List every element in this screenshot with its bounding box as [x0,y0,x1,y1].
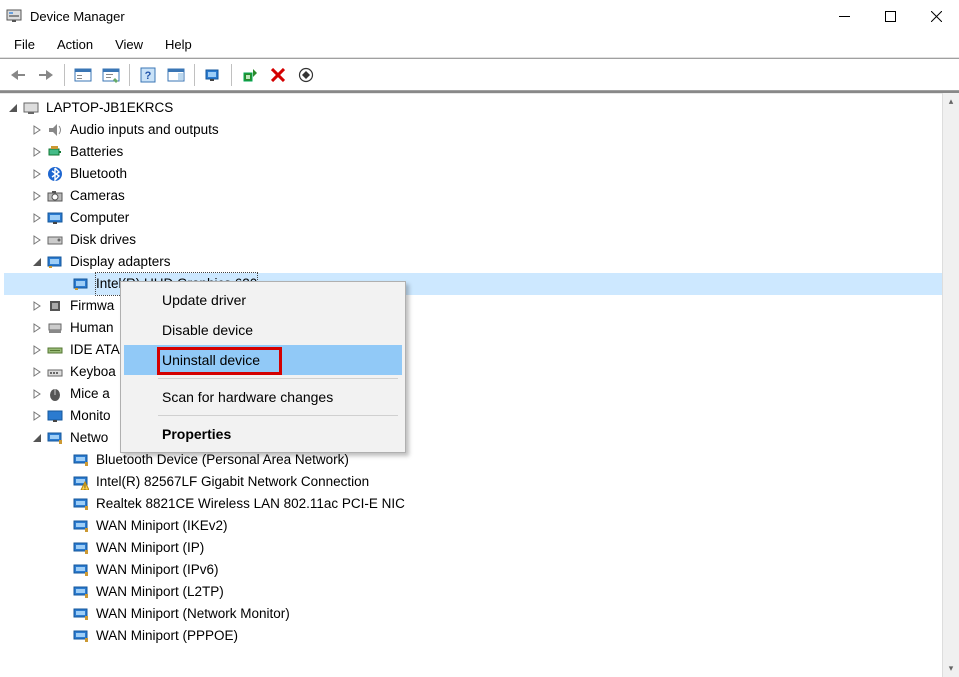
mouse-icon [46,385,64,403]
expand-icon[interactable] [30,365,44,379]
context-menu-scan-hardware[interactable]: Scan for hardware changes [124,382,402,412]
computer-icon [22,99,40,117]
toolbar: ? [0,59,959,91]
camera-icon [46,187,64,205]
scan-hardware-button[interactable] [201,63,225,87]
expand-icon[interactable] [30,233,44,247]
context-menu-update-driver[interactable]: Update driver [124,285,402,315]
titlebar: Device Manager [0,0,959,32]
properties-button[interactable] [99,63,123,87]
context-menu: Update driver Disable device Uninstall d… [120,281,406,453]
window-controls [821,0,959,32]
network-adapter-icon [72,495,90,513]
display-adapter-icon [72,275,90,293]
tree-item-wan-l2tp[interactable]: WAN Miniport (L2TP) [4,581,959,603]
disk-icon [46,231,64,249]
battery-icon [46,143,64,161]
maximize-button[interactable] [867,0,913,32]
expand-icon[interactable] [30,343,44,357]
network-adapter-icon [72,561,90,579]
network-adapter-icon [46,429,64,447]
collapse-icon[interactable] [30,255,44,269]
expand-icon[interactable] [30,123,44,137]
menu-separator [158,378,398,379]
collapse-icon[interactable] [6,101,20,115]
context-menu-uninstall-device[interactable]: Uninstall device [124,345,402,375]
tree-item-cameras[interactable]: Cameras [4,185,959,207]
monitor-icon [46,407,64,425]
uninstall-device-button[interactable] [266,63,290,87]
scroll-up-icon[interactable]: ▴ [943,93,959,110]
scroll-down-icon[interactable]: ▾ [943,660,959,677]
expand-icon[interactable] [30,321,44,335]
network-adapter-icon [72,539,90,557]
show-hide-console-tree-button[interactable] [71,63,95,87]
keyboard-icon [46,363,64,381]
expand-icon[interactable] [30,167,44,181]
network-adapter-icon [72,583,90,601]
network-adapter-icon [72,517,90,535]
network-adapter-warning-icon: ! [72,473,90,491]
minimize-button[interactable] [821,0,867,32]
tree-item-disk-drives[interactable]: Disk drives [4,229,959,251]
expand-icon[interactable] [30,299,44,313]
action-pane-button[interactable] [164,63,188,87]
tree-item-wan-netmon[interactable]: WAN Miniport (Network Monitor) [4,603,959,625]
close-button[interactable] [913,0,959,32]
menubar: File Action View Help [0,32,959,57]
tree-item-display-adapters[interactable]: Display adapters [4,251,959,273]
svg-text:!: ! [84,485,86,491]
expand-icon[interactable] [30,189,44,203]
expand-icon[interactable] [30,211,44,225]
network-adapter-icon [72,605,90,623]
menu-help[interactable]: Help [155,34,202,55]
tree-item-audio[interactable]: Audio inputs and outputs [4,119,959,141]
ide-controller-icon [46,341,64,359]
tree-item-wan-ikev2[interactable]: WAN Miniport (IKEv2) [4,515,959,537]
menu-action[interactable]: Action [47,34,103,55]
forward-button[interactable] [34,63,58,87]
context-menu-disable-device[interactable]: Disable device [124,315,402,345]
network-adapter-icon [72,451,90,469]
vertical-scrollbar[interactable]: ▴ ▾ [942,93,959,677]
network-adapter-icon [72,627,90,645]
back-button[interactable] [6,63,30,87]
tree-item-batteries[interactable]: Batteries [4,141,959,163]
menu-separator [158,415,398,416]
bluetooth-icon [46,165,64,183]
svg-text:?: ? [145,70,152,82]
tree-root[interactable]: LAPTOP-JB1EKRCS [4,97,959,119]
tree-item-intel-gigabit[interactable]: ! Intel(R) 82567LF Gigabit Network Conne… [4,471,959,493]
expand-icon[interactable] [30,145,44,159]
help-button[interactable]: ? [136,63,160,87]
collapse-icon[interactable] [30,431,44,445]
speaker-icon [46,121,64,139]
expand-icon[interactable] [30,409,44,423]
window-title: Device Manager [30,9,125,24]
update-driver-button[interactable] [238,63,262,87]
monitor-icon [46,209,64,227]
context-menu-properties[interactable]: Properties [124,419,402,449]
tree-root-label: LAPTOP-JB1EKRCS [46,97,173,119]
tree-item-wan-ipv6[interactable]: WAN Miniport (IPv6) [4,559,959,581]
tree-item-realtek-wlan[interactable]: Realtek 8821CE Wireless LAN 802.11ac PCI… [4,493,959,515]
chip-icon [46,297,64,315]
app-icon [6,8,22,24]
tree-item-wan-ip[interactable]: WAN Miniport (IP) [4,537,959,559]
hid-icon [46,319,64,337]
disable-device-button[interactable] [294,63,318,87]
tree-item-bluetooth[interactable]: Bluetooth [4,163,959,185]
expand-icon[interactable] [30,387,44,401]
display-adapter-icon [46,253,64,271]
menu-file[interactable]: File [4,34,45,55]
tree-item-wan-pppoe[interactable]: WAN Miniport (PPPOE) [4,625,959,647]
tree-pane: LAPTOP-JB1EKRCS Audio inputs and outputs… [0,91,959,677]
menu-view[interactable]: View [105,34,153,55]
tree-item-computer[interactable]: Computer [4,207,959,229]
